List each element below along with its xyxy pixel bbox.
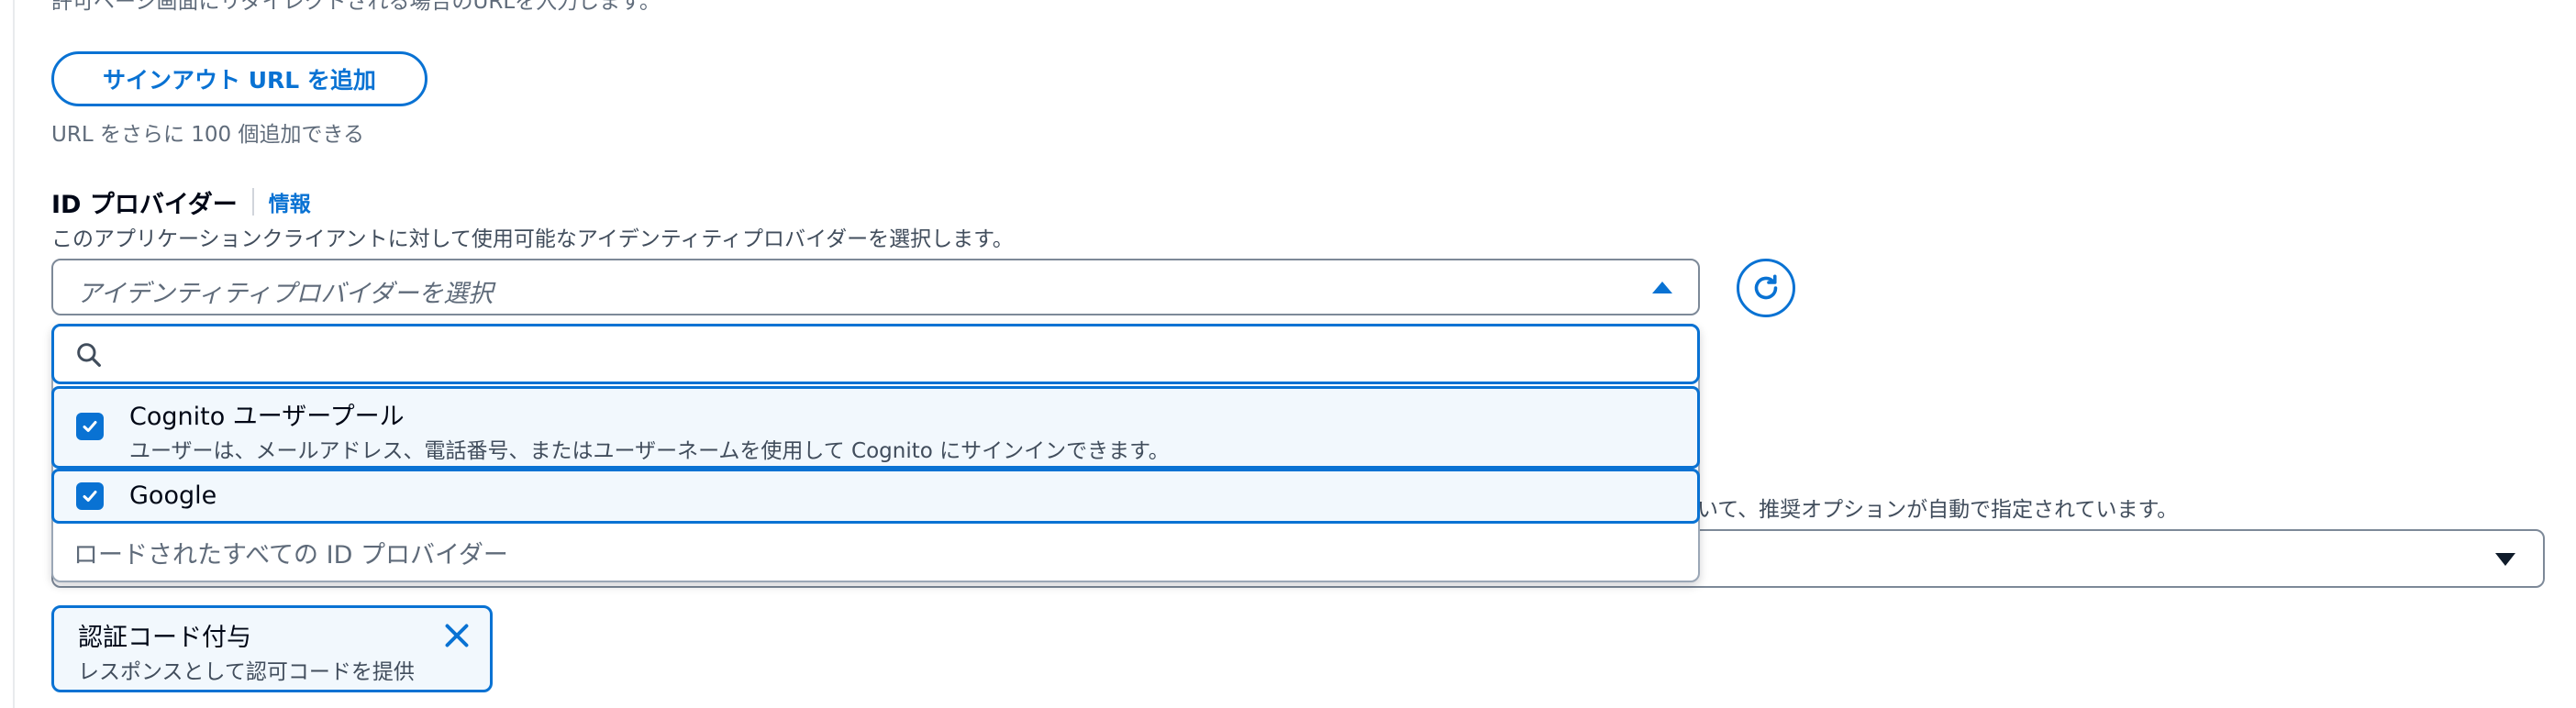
option-description: ユーザーは、メールアドレス、電話番号、またはユーザーネームを使用して Cogni… bbox=[129, 439, 1170, 463]
select-placeholder: アイデンティティプロバイダーを選択 bbox=[77, 280, 494, 308]
grant-type-token: 認証コード付与 レスポンスとして認可コードを提供 bbox=[51, 605, 493, 692]
option-checkbox[interactable] bbox=[76, 482, 104, 510]
option-cognito-user-pool[interactable]: Cognito ユーザープール ユーザーは、メールアドレス、電話番号、またはユー… bbox=[51, 386, 1700, 469]
token-title: 認証コード付与 bbox=[78, 624, 251, 652]
token-description: レスポンスとして認可コードを提供 bbox=[78, 660, 415, 684]
identity-provider-label-row: ID プロバイダー 情報 bbox=[51, 183, 311, 220]
dropdown-search-field[interactable] bbox=[51, 324, 1700, 384]
identity-provider-select[interactable]: アイデンティティプロバイダーを選択 bbox=[51, 259, 1700, 315]
identity-provider-label: ID プロバイダー bbox=[51, 190, 238, 219]
caret-down-icon bbox=[2495, 553, 2515, 566]
option-checkbox[interactable] bbox=[76, 413, 104, 440]
container-left-border bbox=[13, 0, 15, 708]
caret-up-icon bbox=[1652, 282, 1672, 293]
signout-url-remaining-hint: URL をさらに 100 個追加できる bbox=[51, 123, 365, 147]
search-icon bbox=[77, 343, 101, 367]
info-link[interactable]: 情報 bbox=[269, 186, 311, 217]
refresh-button[interactable] bbox=[1737, 259, 1795, 317]
option-title: Google bbox=[129, 481, 217, 510]
page: 許可ページ画面にリダイレクトされる場合のURLを入力します。 サインアウト UR… bbox=[0, 0, 2576, 708]
partial-help-text: 許可ページ画面にリダイレクトされる場合のURLを入力します。 bbox=[51, 0, 661, 14]
label-divider bbox=[251, 188, 254, 216]
close-icon[interactable] bbox=[440, 619, 473, 652]
identity-provider-description: このアプリケーションクライアントに対して使用可能なアイデンティティプロバイダーを… bbox=[51, 227, 1014, 251]
background-help-text: いて、推奨オプションが自動で指定されています。 bbox=[1697, 498, 2179, 522]
checkmark-icon bbox=[83, 421, 97, 432]
refresh-icon bbox=[1754, 274, 1778, 300]
option-google[interactable]: Google bbox=[51, 469, 1700, 524]
add-signout-url-button[interactable]: サインアウト URL を追加 bbox=[51, 51, 427, 106]
identity-provider-dropdown: Cognito ユーザープール ユーザーは、メールアドレス、電話番号、またはユー… bbox=[51, 324, 1700, 582]
dropdown-footer-status: ロードされたすべての ID プロバイダー bbox=[73, 541, 508, 570]
option-title: Cognito ユーザープール bbox=[129, 403, 405, 431]
checkmark-icon bbox=[83, 491, 97, 502]
dropdown-search-input[interactable] bbox=[118, 334, 1672, 376]
